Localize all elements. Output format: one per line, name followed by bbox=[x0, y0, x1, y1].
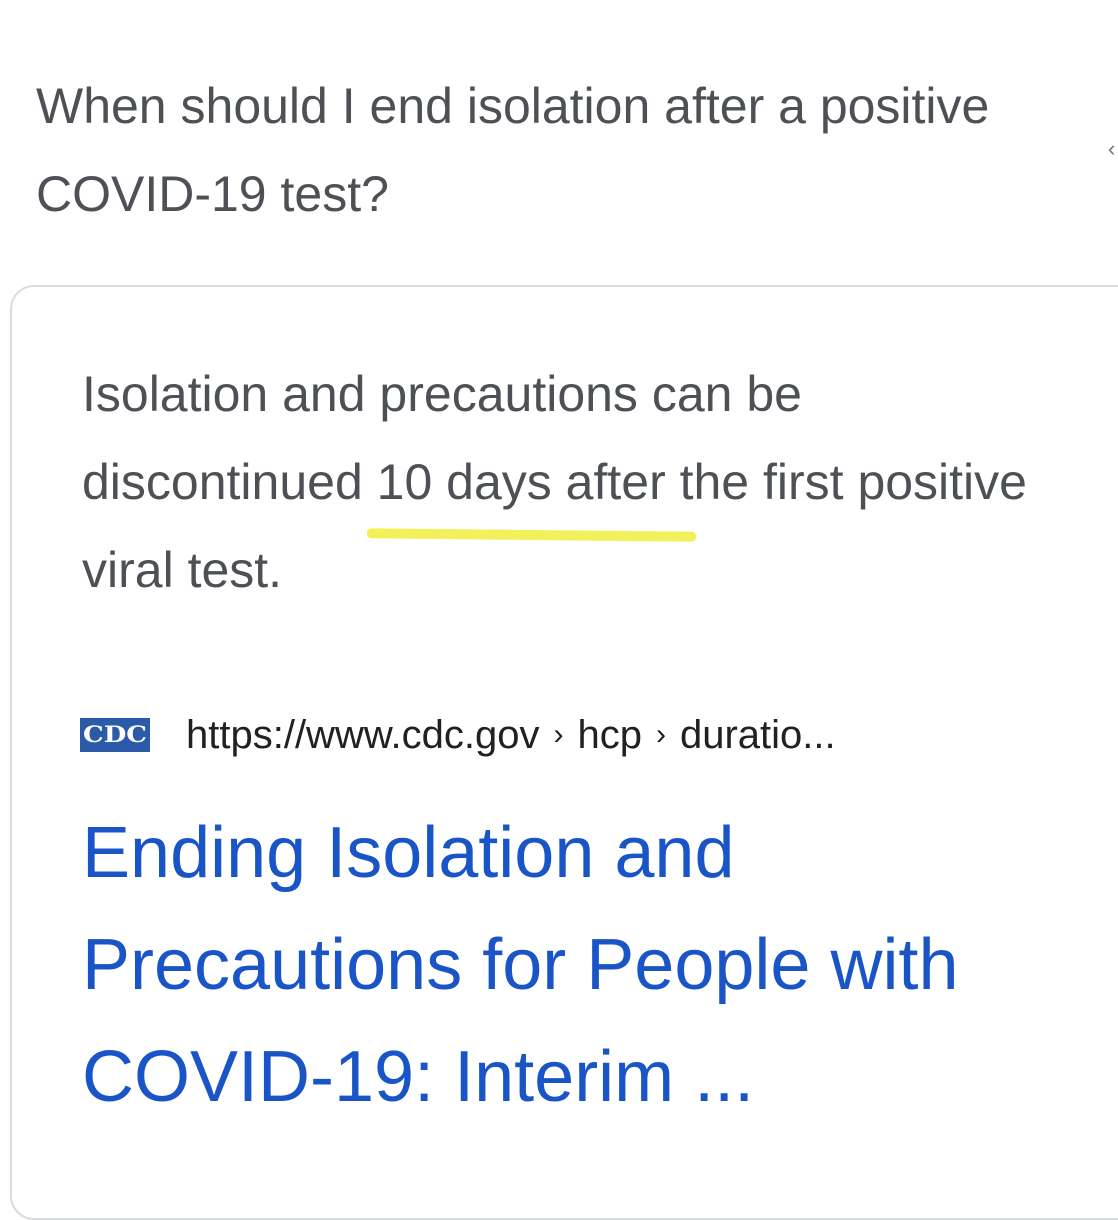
breadcrumb-item: hcp bbox=[577, 712, 642, 757]
breadcrumb-item: duratio... bbox=[679, 712, 836, 757]
snippet-highlight: 10 days after bbox=[366, 438, 696, 542]
breadcrumb-separator: › bbox=[655, 718, 666, 751]
source-breadcrumb[interactable]: CDC https://www.cdc.gov › hcp › duratio.… bbox=[80, 707, 836, 763]
breadcrumb-separator: › bbox=[553, 718, 564, 751]
cdc-favicon-icon: CDC bbox=[80, 718, 150, 752]
yellow-underline-mark bbox=[366, 528, 696, 542]
question-heading: When should I end isolation after a posi… bbox=[36, 78, 990, 222]
snippet-highlight-text: 10 days after bbox=[376, 454, 666, 510]
source-url: https://www.cdc.gov bbox=[186, 712, 540, 757]
expand-chevron-icon[interactable]: ‹ bbox=[1108, 138, 1118, 160]
answer-snippet: Isolation and precautions can be discont… bbox=[82, 350, 1082, 614]
result-title-link[interactable]: Ending Isolation and Precautions for Peo… bbox=[82, 797, 1082, 1133]
